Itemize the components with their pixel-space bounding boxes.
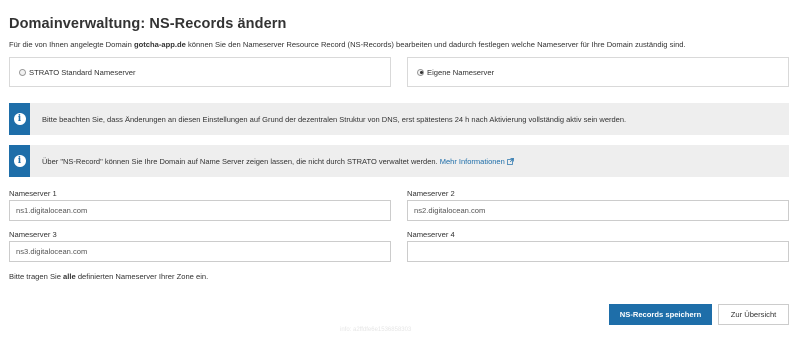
notice-text: Über "NS-Record" können Sie Ihre Domain …	[42, 157, 514, 166]
nameserver-2-input[interactable]: ns2.digitalocean.com	[407, 200, 789, 221]
footer-info-text: info: a2ffdfe6e1536858303	[340, 327, 412, 333]
more-info-link[interactable]: Mehr Informationen	[440, 157, 505, 166]
intro-text-after: können Sie den Nameserver Resource Recor…	[185, 40, 686, 49]
notice-ns-record-info: i Über "NS-Record" können Sie Ihre Domai…	[9, 145, 789, 177]
radio-label-eigene-nameserver: Eigene Nameserver	[427, 67, 495, 77]
radio-strato-standard[interactable]: STRATO Standard Nameserver	[9, 57, 391, 87]
nameserver-3-label: Nameserver 3	[9, 230, 57, 239]
intro-text-before: Für die von Ihnen angelegte Domain	[9, 40, 134, 49]
nameserver-hint: Bitte tragen Sie alle definierten Namese…	[9, 272, 208, 281]
nameserver-4-input[interactable]	[407, 241, 789, 262]
nameserver-3-input[interactable]: ns3.digitalocean.com	[9, 241, 391, 262]
intro-domain: gotcha-app.de	[133, 40, 186, 49]
info-icon: i	[13, 113, 26, 125]
nameserver-1-input[interactable]: ns1.digitalocean.com	[9, 200, 391, 221]
info-icon-box: i	[9, 103, 30, 135]
notice-text: Bitte beachten Sie, dass Änderungen an d…	[42, 114, 627, 124]
radio-button-unchecked[interactable]	[19, 68, 26, 76]
nameserver-4-label: Nameserver 4	[407, 230, 455, 239]
notice-text-body: Über "NS-Record" können Sie Ihre Domain …	[42, 156, 440, 166]
overview-button[interactable]: Zur Übersicht	[718, 304, 789, 325]
notice-dns-propagation: i Bitte beachten Sie, dass Änderungen an…	[9, 103, 789, 135]
hint-before: Bitte tragen Sie	[9, 272, 64, 281]
info-icon-box: i	[9, 145, 30, 177]
radio-eigene-nameserver[interactable]: Eigene Nameserver	[407, 57, 789, 87]
nameserver-1-label: Nameserver 1	[9, 189, 57, 198]
hint-after: definierten Nameserver Ihrer Zone ein.	[75, 272, 209, 281]
external-link-icon[interactable]	[506, 157, 514, 165]
page-title: Domainverwaltung: NS-Records ändern	[9, 16, 287, 32]
save-ns-records-button[interactable]: NS-Records speichern	[609, 304, 712, 325]
page-intro: Für die von Ihnen angelegte Domain gotch…	[9, 40, 686, 49]
nameserver-2-label: Nameserver 2	[407, 189, 455, 198]
radio-button-checked[interactable]	[417, 68, 424, 76]
info-icon: i	[13, 155, 26, 167]
hint-bold: alle	[63, 272, 76, 281]
radio-label-strato-standard: STRATO Standard Nameserver	[29, 67, 136, 77]
